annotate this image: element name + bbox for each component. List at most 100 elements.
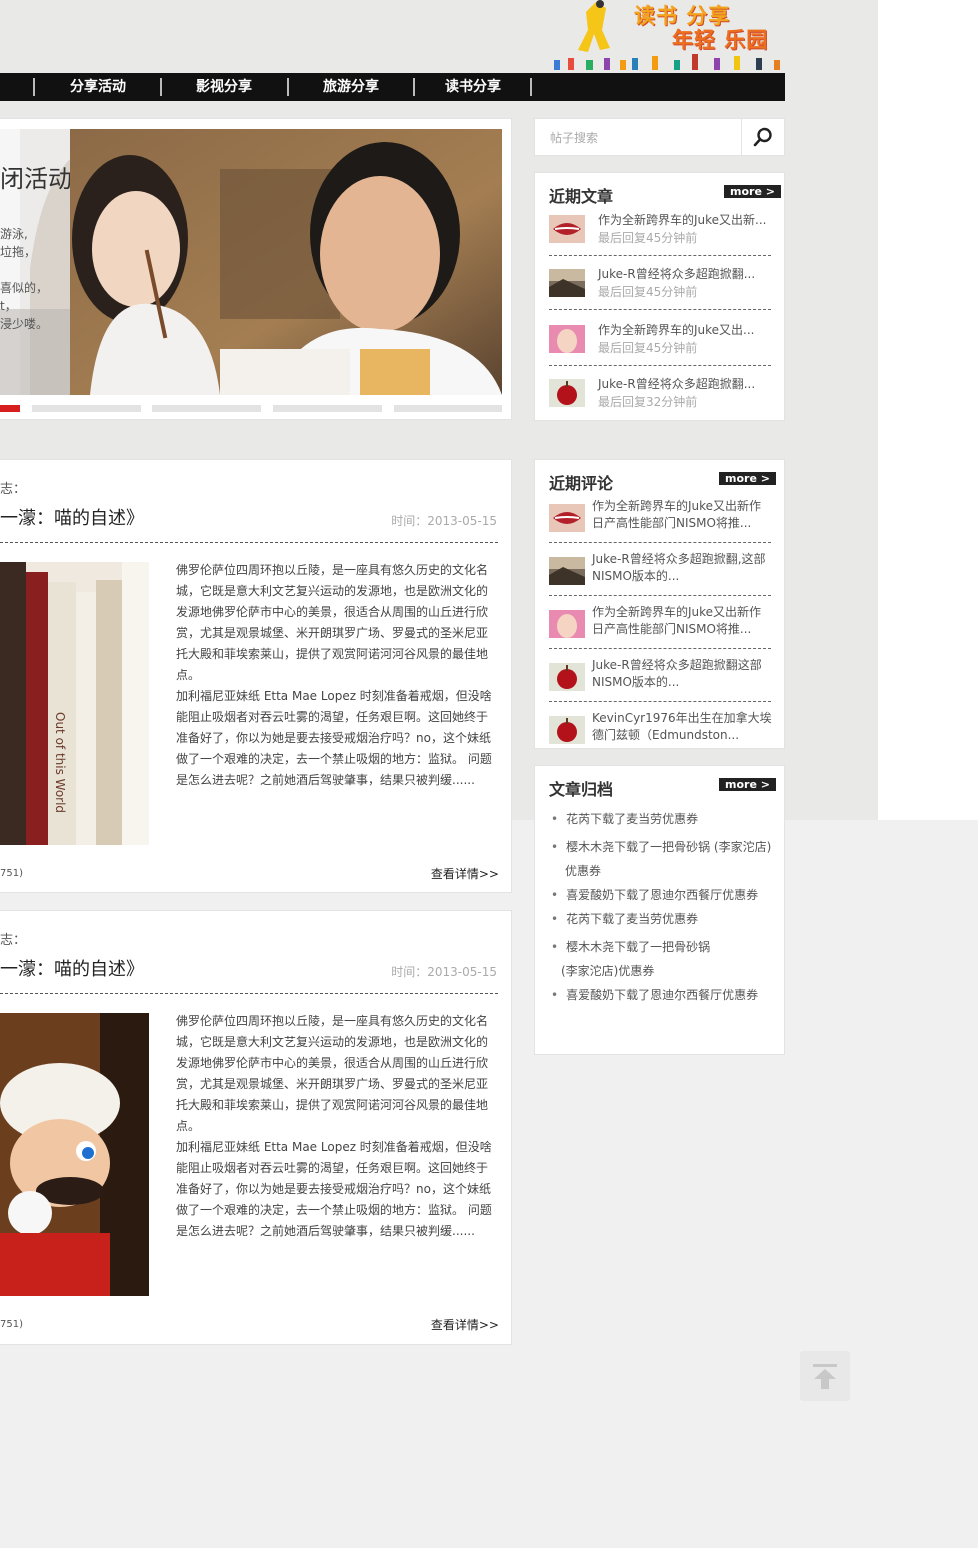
post-meta: 751): [0, 1319, 23, 1330]
archive-item[interactable]: 花芮下载了麦当劳优惠券: [551, 910, 698, 927]
nav-separator: [160, 78, 162, 96]
post-date: 时间：2013-05-15: [391, 965, 497, 979]
slide-text-line: t，: [0, 299, 17, 313]
list-item[interactable]: 作为全新跨界车的Juke又出新作日产高性能部门NISMO将推...: [549, 602, 771, 649]
article-subtitle: 最后回复45分钟前: [598, 341, 698, 355]
search-input[interactable]: [536, 120, 757, 156]
slide-text-line: 喜似的，: [0, 281, 49, 295]
archive-item-continued[interactable]: (李家沱店)优惠券: [561, 962, 654, 979]
logo-text-line2: 年轻 乐园: [672, 28, 769, 52]
nav-item-share-activity[interactable]: 分享活动: [40, 73, 156, 101]
slide-photo[interactable]: [70, 129, 502, 395]
more-button[interactable]: more >: [724, 185, 781, 198]
article-title[interactable]: 作为全新跨界车的Juke又出...: [598, 321, 755, 338]
post-paragraph: 加利福尼亚妹纸 Etta Mae Lopez 时刻准备着戒烟，但没啥能阻止吸烟者…: [176, 689, 492, 787]
recent-comments-widget: 近期评论 more > 作为全新跨界车的Juke又出新作日产高性能部门NISMO…: [534, 459, 785, 749]
apple-thumbnail: [549, 663, 585, 691]
archive-item[interactable]: 喜爱酸奶下载了恩迪尔西餐厅优惠券: [551, 986, 758, 1003]
nav-separator: [413, 78, 415, 96]
archive-item-continued[interactable]: 优惠券: [565, 862, 601, 879]
widget-title: 近期文章: [549, 187, 614, 206]
slider-dot-5[interactable]: [394, 405, 502, 412]
post-card: 志： 一濛：喵的自述》 时间：2013-05-15 佛罗伦萨位四周环抱以丘陵，是…: [0, 910, 512, 1345]
slide-text-line: 游泳,: [0, 227, 28, 241]
more-button[interactable]: more >: [719, 778, 776, 791]
toy-figure-image: [0, 1013, 149, 1296]
post-body: 佛罗伦萨位四周环抱以丘陵，是一座具有悠久历史的文化名城，它既是意大利文艺复兴运动…: [176, 560, 494, 791]
archive-item[interactable]: 樱木木尧下载了一把骨砂锅 (李家沱店): [551, 838, 771, 855]
comment-text[interactable]: Juke-R曾经将众多超跑掀翻,这部NISMO版本的...: [592, 551, 772, 585]
comment-text[interactable]: 作为全新跨界车的Juke又出新作日产高性能部门NISMO将推...: [592, 604, 772, 638]
post-category-label: 志：: [0, 482, 27, 497]
nav-item-travel-share[interactable]: 旅游分享: [293, 73, 409, 101]
slide-photo-image: [70, 129, 502, 395]
books-image: Out of this World: [0, 562, 149, 845]
lips-thumbnail: [549, 215, 585, 243]
main-nav: 分享活动 影视分享 旅游分享 读书分享: [0, 73, 785, 101]
recent-articles-widget: 近期文章 more > 作为全新跨界车的Juke又出新... 最后回复45分钟前…: [534, 172, 785, 421]
list-item[interactable]: Juke-R曾经将众多超跑掀翻... 最后回复45分钟前: [549, 263, 771, 310]
page-background-right: [878, 0, 978, 820]
list-item[interactable]: Juke-R曾经将众多超跑掀翻,这部NISMO版本的...: [549, 549, 771, 596]
nav-separator: [530, 78, 532, 96]
list-item[interactable]: KevinCyr1976年出生在加拿大埃德门兹顿（Edmundston...: [549, 708, 772, 748]
article-title[interactable]: Juke-R曾经将众多超跑掀翻...: [598, 375, 755, 392]
nav-item-reading-share[interactable]: 读书分享: [418, 73, 528, 101]
slider-dot-2[interactable]: [32, 405, 141, 412]
widget-title: 近期评论: [549, 474, 614, 493]
nav-separator: [33, 78, 35, 96]
slider-dot-4[interactable]: [273, 405, 382, 412]
read-more-link[interactable]: 查看详情>>: [431, 865, 499, 882]
slide-text-line: 垃拖，: [0, 245, 37, 259]
list-item[interactable]: Juke-R曾经将众多超跑掀翻... 最后回复32分钟前: [549, 373, 771, 419]
landscape-thumbnail: [549, 557, 585, 585]
landscape-thumbnail: [549, 269, 585, 297]
comment-text[interactable]: Juke-R曾经将众多超跑掀翻这部NISMO版本的...: [592, 657, 772, 691]
post-card: 志： 一濛：喵的自述》 时间：2013-05-15 Out of this Wo…: [0, 459, 512, 893]
slider-dot-3[interactable]: [152, 405, 261, 412]
read-more-link[interactable]: 查看详情>>: [431, 1316, 499, 1333]
search-button[interactable]: [741, 119, 784, 155]
more-button[interactable]: more >: [719, 472, 776, 485]
featured-slider: 闭活动 游泳, 垃拖， 喜似的， t， 浸少喽。: [0, 118, 512, 420]
post-paragraph: 加利福尼亚妹纸 Etta Mae Lopez 时刻准备着戒烟，但没啥能阻止吸烟者…: [176, 1140, 492, 1238]
post-divider: [0, 993, 498, 994]
nav-item-movie-share[interactable]: 影视分享: [166, 73, 282, 101]
back-to-top-button[interactable]: [800, 1351, 850, 1401]
post-divider: [0, 542, 498, 543]
list-item[interactable]: 作为全新跨界车的Juke又出... 最后回复45分钟前: [549, 319, 771, 366]
post-title[interactable]: 一濛：喵的自述》: [0, 955, 144, 981]
nav-separator: [287, 78, 289, 96]
archive-widget: 文章归档 more > 花芮下载了麦当劳优惠券 樱木木尧下载了一把骨砂锅 (李家…: [534, 765, 785, 1055]
post-title[interactable]: 一濛：喵的自述》: [0, 504, 144, 530]
list-item[interactable]: Juke-R曾经将众多超跑掀翻这部NISMO版本的...: [549, 655, 771, 702]
post-date: 时间：2013-05-15: [391, 514, 497, 528]
comment-text[interactable]: KevinCyr1976年出生在加拿大埃德门兹顿（Edmundston...: [592, 710, 772, 744]
svg-text:Out of this World: Out of this World: [53, 712, 67, 813]
slide-text-line: 浸少喽。: [0, 317, 49, 331]
post-image[interactable]: Out of this World: [0, 562, 149, 845]
post-image[interactable]: [0, 1013, 149, 1296]
article-title[interactable]: Juke-R曾经将众多超跑掀翻...: [598, 265, 755, 282]
article-subtitle: 最后回复32分钟前: [598, 395, 698, 409]
apple-thumbnail: [549, 379, 585, 407]
slide-title: 闭活动: [0, 165, 70, 193]
list-item[interactable]: 作为全新跨界车的Juke又出新作日产高性能部门NISMO将推...: [549, 496, 771, 543]
portrait-thumbnail: [549, 610, 585, 638]
apple-thumbnail: [549, 716, 585, 744]
post-paragraph: 佛罗伦萨位四周环抱以丘陵，是一座具有悠久历史的文化名城，它既是意大利文艺复兴运动…: [176, 563, 489, 682]
slide-caption-panel: 闭活动 游泳, 垃拖， 喜似的， t， 浸少喽。: [0, 129, 70, 395]
arrow-up-icon: [813, 1364, 837, 1389]
logo-boots-icon: [632, 54, 780, 70]
site-logo[interactable]: 读书 分享 年轻 乐园: [548, 0, 788, 74]
archive-item[interactable]: 喜爱酸奶下载了恩迪尔西餐厅优惠券: [551, 886, 758, 903]
comment-text[interactable]: 作为全新跨界车的Juke又出新作日产高性能部门NISMO将推...: [592, 498, 772, 532]
post-paragraph: 佛罗伦萨位四周环抱以丘陵，是一座具有悠久历史的文化名城，它既是意大利文艺复兴运动…: [176, 1014, 489, 1133]
archive-item[interactable]: 花芮下载了麦当劳优惠券: [551, 810, 698, 827]
article-subtitle: 最后回复45分钟前: [598, 231, 698, 245]
archive-item[interactable]: 樱木木尧下载了一把骨砂锅: [551, 938, 710, 955]
lips-thumbnail: [549, 504, 585, 532]
list-item[interactable]: 作为全新跨界车的Juke又出新... 最后回复45分钟前: [549, 209, 771, 256]
slider-dot-1[interactable]: [0, 405, 20, 412]
article-title[interactable]: 作为全新跨界车的Juke又出新...: [598, 211, 767, 228]
